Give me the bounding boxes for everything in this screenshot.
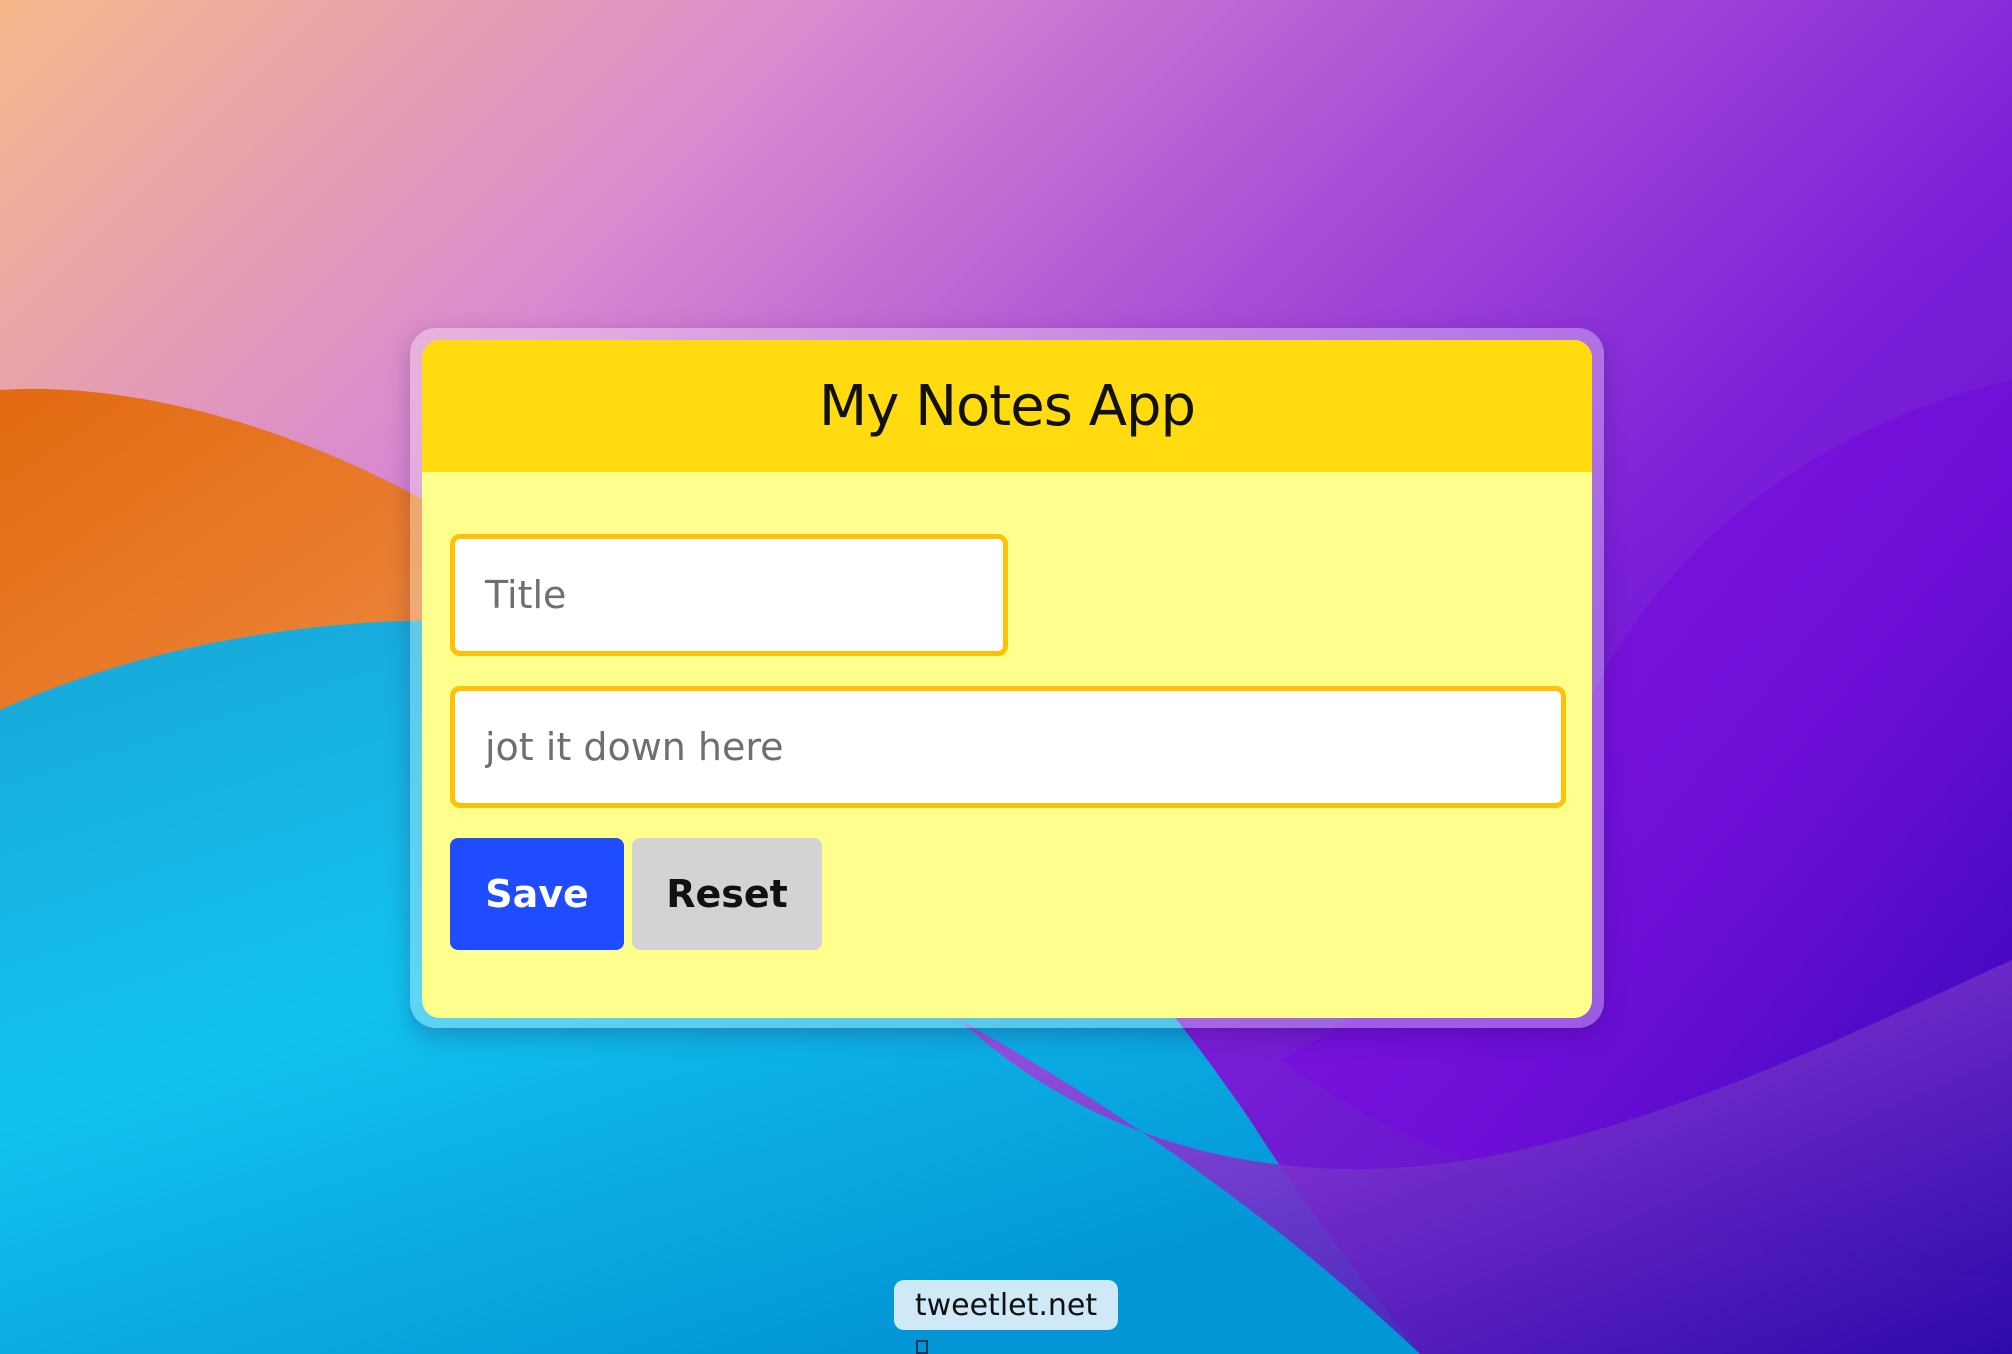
cursor-icon [916, 1340, 928, 1354]
notes-card: My Notes App Save Reset [422, 340, 1592, 1018]
card-header: My Notes App [422, 340, 1592, 472]
app-title: My Notes App [818, 373, 1196, 439]
save-button[interactable]: Save [450, 838, 624, 950]
note-body-input[interactable] [450, 686, 1566, 808]
watermark-label: tweetlet.net [894, 1280, 1118, 1330]
reset-button[interactable]: Reset [632, 838, 822, 950]
desktop-background: My Notes App Save Reset tweetlet.net [0, 0, 2012, 1354]
title-input[interactable] [450, 534, 1008, 656]
